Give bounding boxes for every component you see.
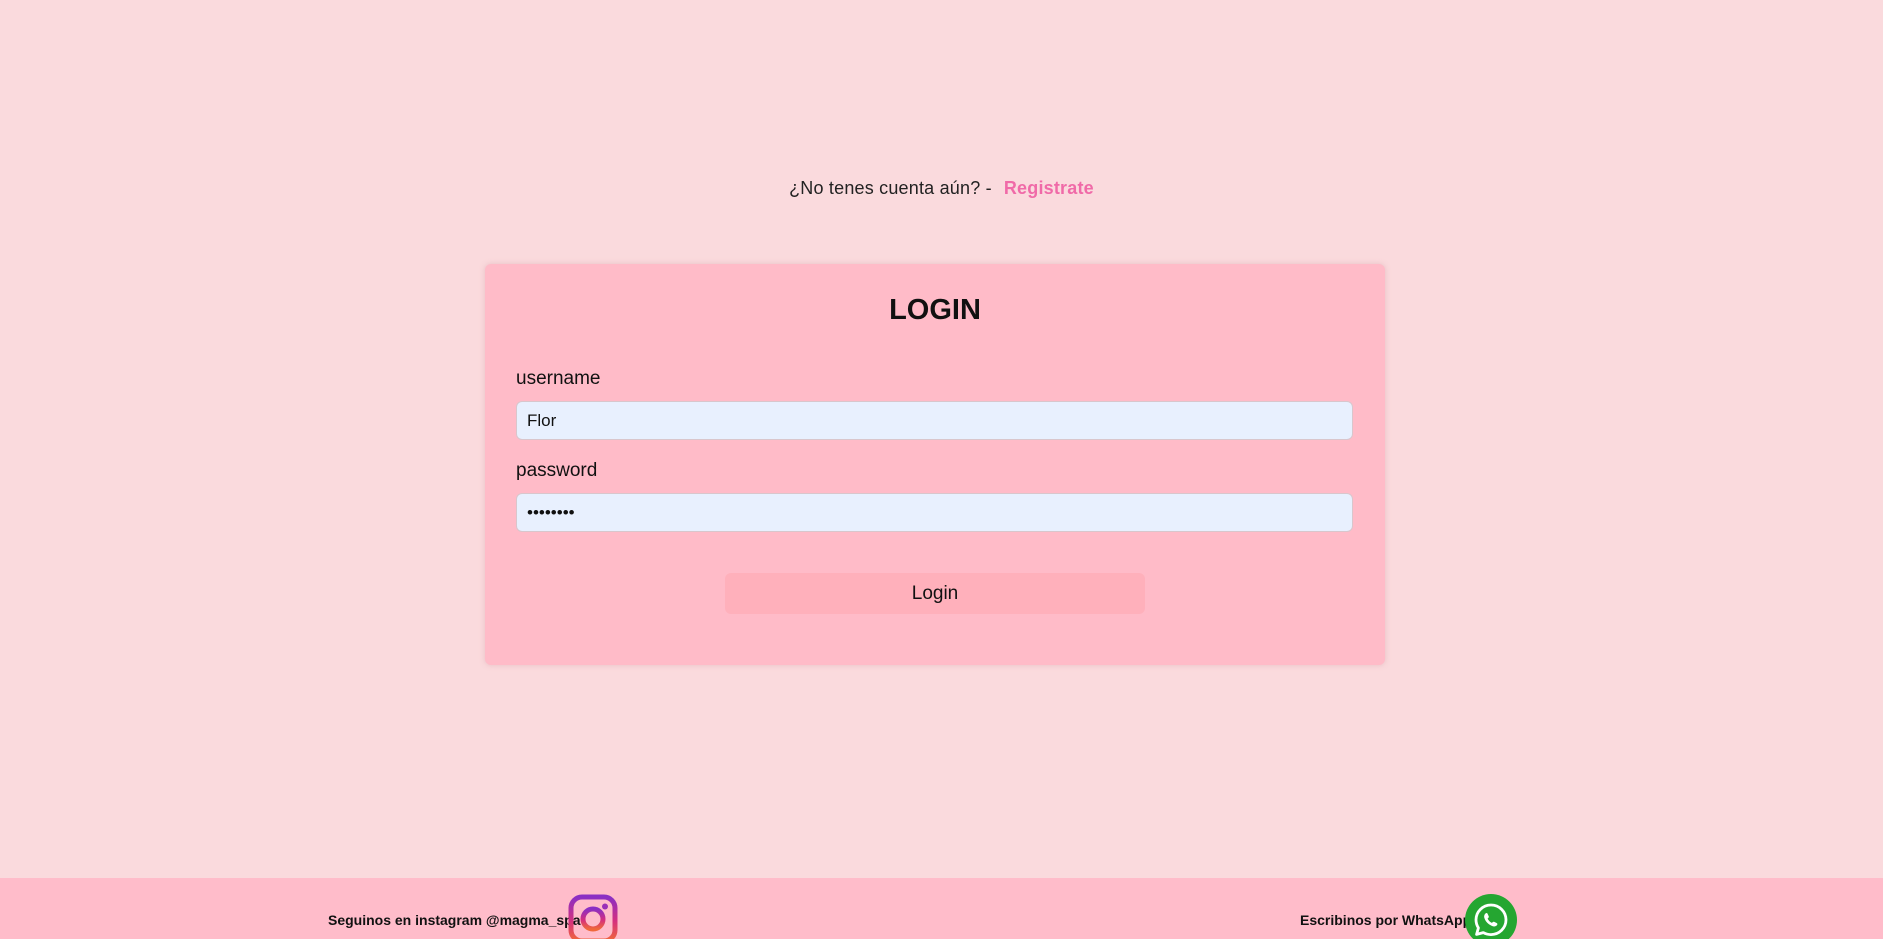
username-input[interactable] bbox=[516, 401, 1353, 440]
username-label: username bbox=[516, 368, 601, 389]
password-label: password bbox=[516, 460, 598, 481]
instagram-text: Seguinos en instagram @magma_spa bbox=[328, 912, 581, 928]
whatsapp-text: Escribinos por WhatsApp bbox=[1300, 912, 1472, 928]
register-prompt-line: ¿No tenes cuenta aún? - Registrate bbox=[0, 178, 1883, 199]
password-input[interactable] bbox=[516, 493, 1353, 532]
footer: Seguinos en instagram @magma_spa Escribi… bbox=[0, 878, 1883, 939]
login-title: LOGIN bbox=[889, 294, 981, 326]
login-card: LOGIN username password Login bbox=[485, 264, 1385, 665]
login-page: ¿No tenes cuenta aún? - Registrate LOGIN … bbox=[0, 0, 1883, 939]
instagram-icon[interactable] bbox=[568, 894, 618, 939]
register-link[interactable]: Registrate bbox=[1004, 178, 1094, 198]
register-prompt-text: ¿No tenes cuenta aún? - bbox=[789, 178, 992, 198]
whatsapp-icon[interactable] bbox=[1465, 894, 1517, 939]
login-button[interactable]: Login bbox=[725, 573, 1145, 614]
